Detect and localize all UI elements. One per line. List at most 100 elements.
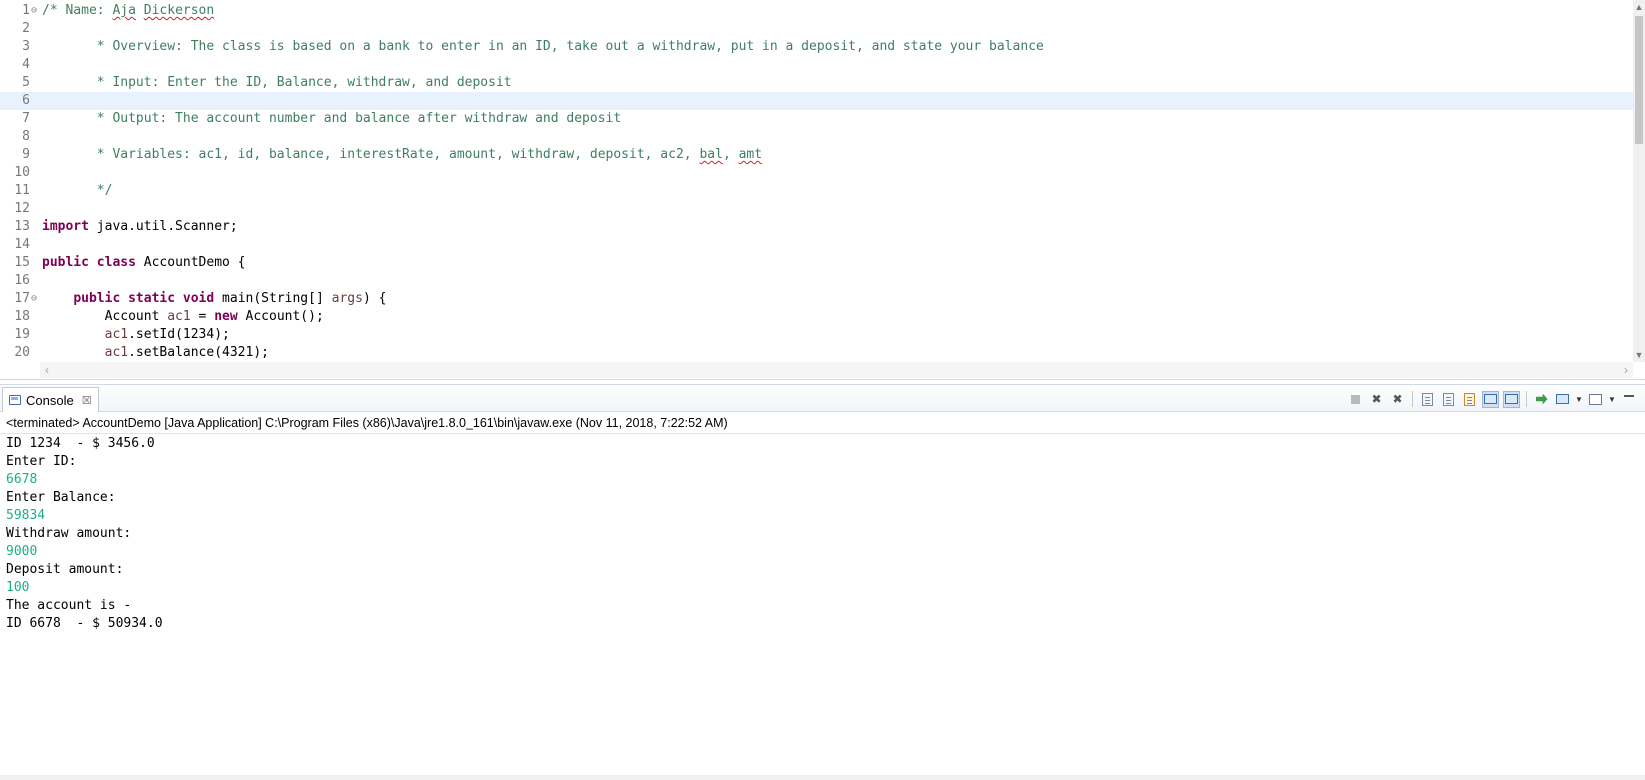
scroll-right-icon[interactable]: › bbox=[1619, 362, 1633, 378]
code-line[interactable]: 12 bbox=[0, 200, 1633, 218]
remove-launch-icon[interactable]: ✖ bbox=[1368, 391, 1385, 408]
code-line[interactable]: 1 ⊖/* Name: Aja Dickerson bbox=[0, 2, 1633, 20]
code-line[interactable]: 6 bbox=[0, 92, 1633, 110]
console-output[interactable]: ID 1234 - $ 3456.0 Enter ID: 6678 Enter Bal… bbox=[6, 435, 1636, 633]
console-output-line: ID 1234 - $ 3456.0 bbox=[6, 436, 155, 451]
code-token: class bbox=[96, 255, 136, 270]
code-token: AccountDemo { bbox=[135, 255, 246, 270]
console-input-line: 9000 bbox=[6, 544, 38, 559]
code-line[interactable]: 20 ac1.setBalance(4321); bbox=[0, 344, 1633, 362]
spelling-flagged-word: amt bbox=[738, 147, 763, 162]
code-token: ac1 bbox=[104, 345, 129, 360]
fold-toggle-icon[interactable]: ⊖ bbox=[31, 290, 41, 308]
line-number: 3 bbox=[22, 39, 30, 54]
code-token: args bbox=[331, 291, 363, 306]
console-input-line: 100 bbox=[6, 580, 30, 595]
scroll-left-icon[interactable]: ‹ bbox=[40, 362, 54, 378]
line-number: 18 bbox=[14, 309, 30, 324]
code-text: */ bbox=[42, 182, 113, 200]
line-number: 4 bbox=[22, 57, 30, 72]
console-input-line: 59834 bbox=[6, 508, 46, 523]
scrollbar-thumb[interactable] bbox=[1635, 16, 1643, 144]
line-number: 11 bbox=[14, 183, 30, 198]
code-text: Account ac1 = new Account(); bbox=[42, 308, 324, 326]
code-line[interactable]: 9 * Variables: ac1, id, balance, interes… bbox=[0, 146, 1633, 164]
console-view: Console ☒ ✖ ✖ ▼ ▼ <terminated> AccountDe… bbox=[0, 384, 1645, 780]
scroll-up-icon[interactable]: ▲ bbox=[1633, 0, 1645, 14]
code-line[interactable]: 15 public class AccountDemo { bbox=[0, 254, 1633, 272]
code-token: main(String[] bbox=[214, 291, 332, 306]
code-token: static bbox=[128, 291, 176, 306]
code-line[interactable]: 8 bbox=[0, 128, 1633, 146]
console-toolbar: ✖ ✖ ▼ ▼ bbox=[1347, 390, 1637, 408]
code-editor[interactable]: 1 ⊖/* Name: Aja Dickerson 2 3 * Overview: T… bbox=[0, 0, 1645, 380]
code-token: ac1 bbox=[104, 327, 129, 342]
code-text: * Output: The account number and balance… bbox=[42, 110, 621, 128]
code-text: public class AccountDemo { bbox=[42, 254, 246, 272]
show-on-stderr-icon[interactable] bbox=[1503, 390, 1520, 408]
code-token: ) { bbox=[362, 291, 387, 306]
line-number: 12 bbox=[14, 201, 30, 216]
spelling-flagged-word: Dickerson bbox=[143, 3, 215, 18]
code-line[interactable]: 2 bbox=[0, 20, 1633, 38]
code-token: java.util.Scanner; bbox=[88, 219, 238, 234]
code-text: public static void main(String[] args) { bbox=[42, 290, 386, 308]
clear-console-icon[interactable] bbox=[1419, 391, 1436, 408]
editor-vertical-scrollbar[interactable]: ▲ ▼ bbox=[1633, 0, 1645, 362]
code-line[interactable]: 19 ac1.setId(1234); bbox=[0, 326, 1633, 344]
chevron-down-icon[interactable]: ▼ bbox=[1608, 395, 1616, 404]
close-icon[interactable]: ☒ bbox=[82, 394, 92, 407]
console-icon bbox=[9, 395, 21, 405]
console-output-line: Withdraw amount: bbox=[6, 526, 132, 541]
code-line[interactable]: 14 bbox=[0, 236, 1633, 254]
code-text: ac1.setId(1234); bbox=[42, 326, 230, 344]
code-line[interactable]: 5 * Input: Enter the ID, Balance, withdr… bbox=[0, 74, 1633, 92]
line-number: 13 bbox=[14, 219, 30, 234]
scroll-down-icon[interactable]: ▼ bbox=[1633, 348, 1645, 362]
scroll-lock-icon[interactable] bbox=[1440, 391, 1457, 408]
code-line[interactable]: 13 import java.util.Scanner; bbox=[0, 218, 1633, 236]
code-line[interactable]: 11 */ bbox=[0, 182, 1633, 200]
code-line[interactable]: 3 * Overview: The class is based on a ba… bbox=[0, 38, 1633, 56]
code-token: .setId(1234); bbox=[128, 327, 230, 342]
pin-console-icon[interactable] bbox=[1533, 391, 1550, 408]
code-line[interactable]: 10 bbox=[0, 164, 1633, 182]
code-token: /* Name: bbox=[42, 3, 113, 18]
code-token: void bbox=[182, 291, 215, 306]
show-on-stdout-icon[interactable] bbox=[1482, 390, 1499, 408]
display-console-icon[interactable] bbox=[1554, 391, 1571, 408]
code-line[interactable]: 7 * Output: The account number and balan… bbox=[0, 110, 1633, 128]
code-text: * Variables: ac1, id, balance, interestR… bbox=[42, 146, 762, 164]
code-text-area[interactable]: 1 ⊖/* Name: Aja Dickerson 2 3 * Overview: T… bbox=[0, 2, 1633, 362]
code-token: * Input: Enter the ID, Balance, withdraw… bbox=[42, 75, 512, 90]
word-wrap-icon[interactable] bbox=[1461, 391, 1478, 408]
line-number: 1 bbox=[22, 3, 30, 18]
editor-horizontal-scrollbar[interactable]: ‹ › bbox=[40, 362, 1633, 378]
tab-console[interactable]: Console ☒ bbox=[2, 387, 99, 412]
line-number: 14 bbox=[14, 237, 30, 252]
code-line[interactable]: 18 Account ac1 = new Account(); bbox=[0, 308, 1633, 326]
code-line[interactable]: 4 bbox=[0, 56, 1633, 74]
remove-all-terminated-icon[interactable]: ✖ bbox=[1389, 391, 1406, 408]
code-line[interactable]: 17 ⊖ public static void main(String[] arg… bbox=[0, 290, 1633, 308]
code-text: import java.util.Scanner; bbox=[42, 218, 238, 236]
code-token: */ bbox=[42, 183, 113, 198]
console-input-line: 6678 bbox=[6, 472, 38, 487]
line-number: 8 bbox=[22, 129, 30, 144]
line-number: 5 bbox=[22, 75, 30, 90]
code-line[interactable]: 16 bbox=[0, 272, 1633, 290]
code-token: ac1 bbox=[167, 309, 191, 324]
console-bottom-scrollbar[interactable] bbox=[0, 775, 1645, 780]
chevron-down-icon[interactable]: ▼ bbox=[1575, 395, 1583, 404]
code-token: * Overview: The class is based on a bank… bbox=[42, 39, 1044, 54]
open-console-icon[interactable] bbox=[1587, 391, 1604, 408]
minimize-icon[interactable] bbox=[1620, 391, 1637, 408]
line-number: 2 bbox=[22, 21, 30, 36]
terminate-icon[interactable] bbox=[1347, 391, 1364, 408]
fold-toggle-icon[interactable]: ⊖ bbox=[31, 2, 41, 20]
